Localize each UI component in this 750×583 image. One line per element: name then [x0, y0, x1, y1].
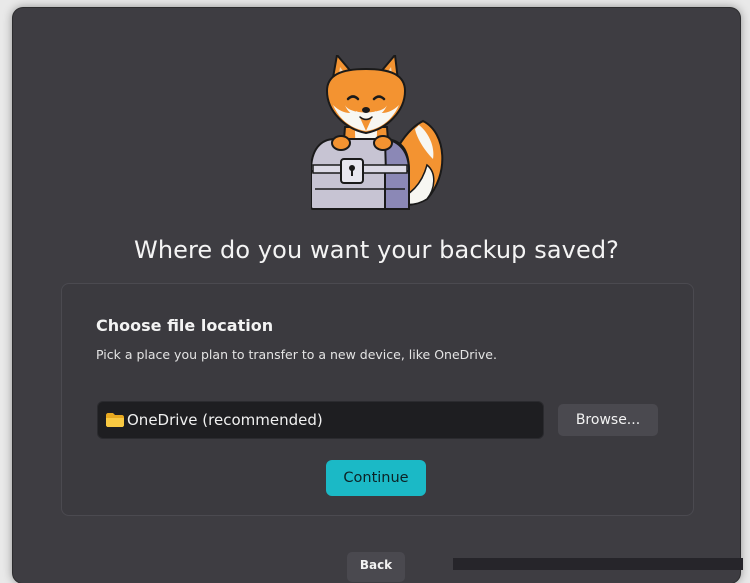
- card-description: Pick a place you plan to transfer to a n…: [96, 347, 497, 362]
- browse-button[interactable]: Browse...: [558, 404, 658, 436]
- back-button[interactable]: Back: [347, 552, 405, 582]
- file-location-card: Choose file location Pick a place you pl…: [61, 283, 694, 516]
- continue-button[interactable]: Continue: [326, 460, 426, 496]
- fox-with-chest-icon: [311, 55, 444, 210]
- location-field[interactable]: OneDrive (recommended): [97, 401, 544, 439]
- taskbar-edge: [453, 558, 743, 570]
- folder-icon: [106, 413, 124, 427]
- card-title: Choose file location: [96, 316, 274, 335]
- page-title: Where do you want your backup saved?: [133, 236, 620, 264]
- backup-dialog-window: Where do you want your backup saved? Cho…: [13, 8, 740, 583]
- location-value: OneDrive (recommended): [127, 411, 323, 429]
